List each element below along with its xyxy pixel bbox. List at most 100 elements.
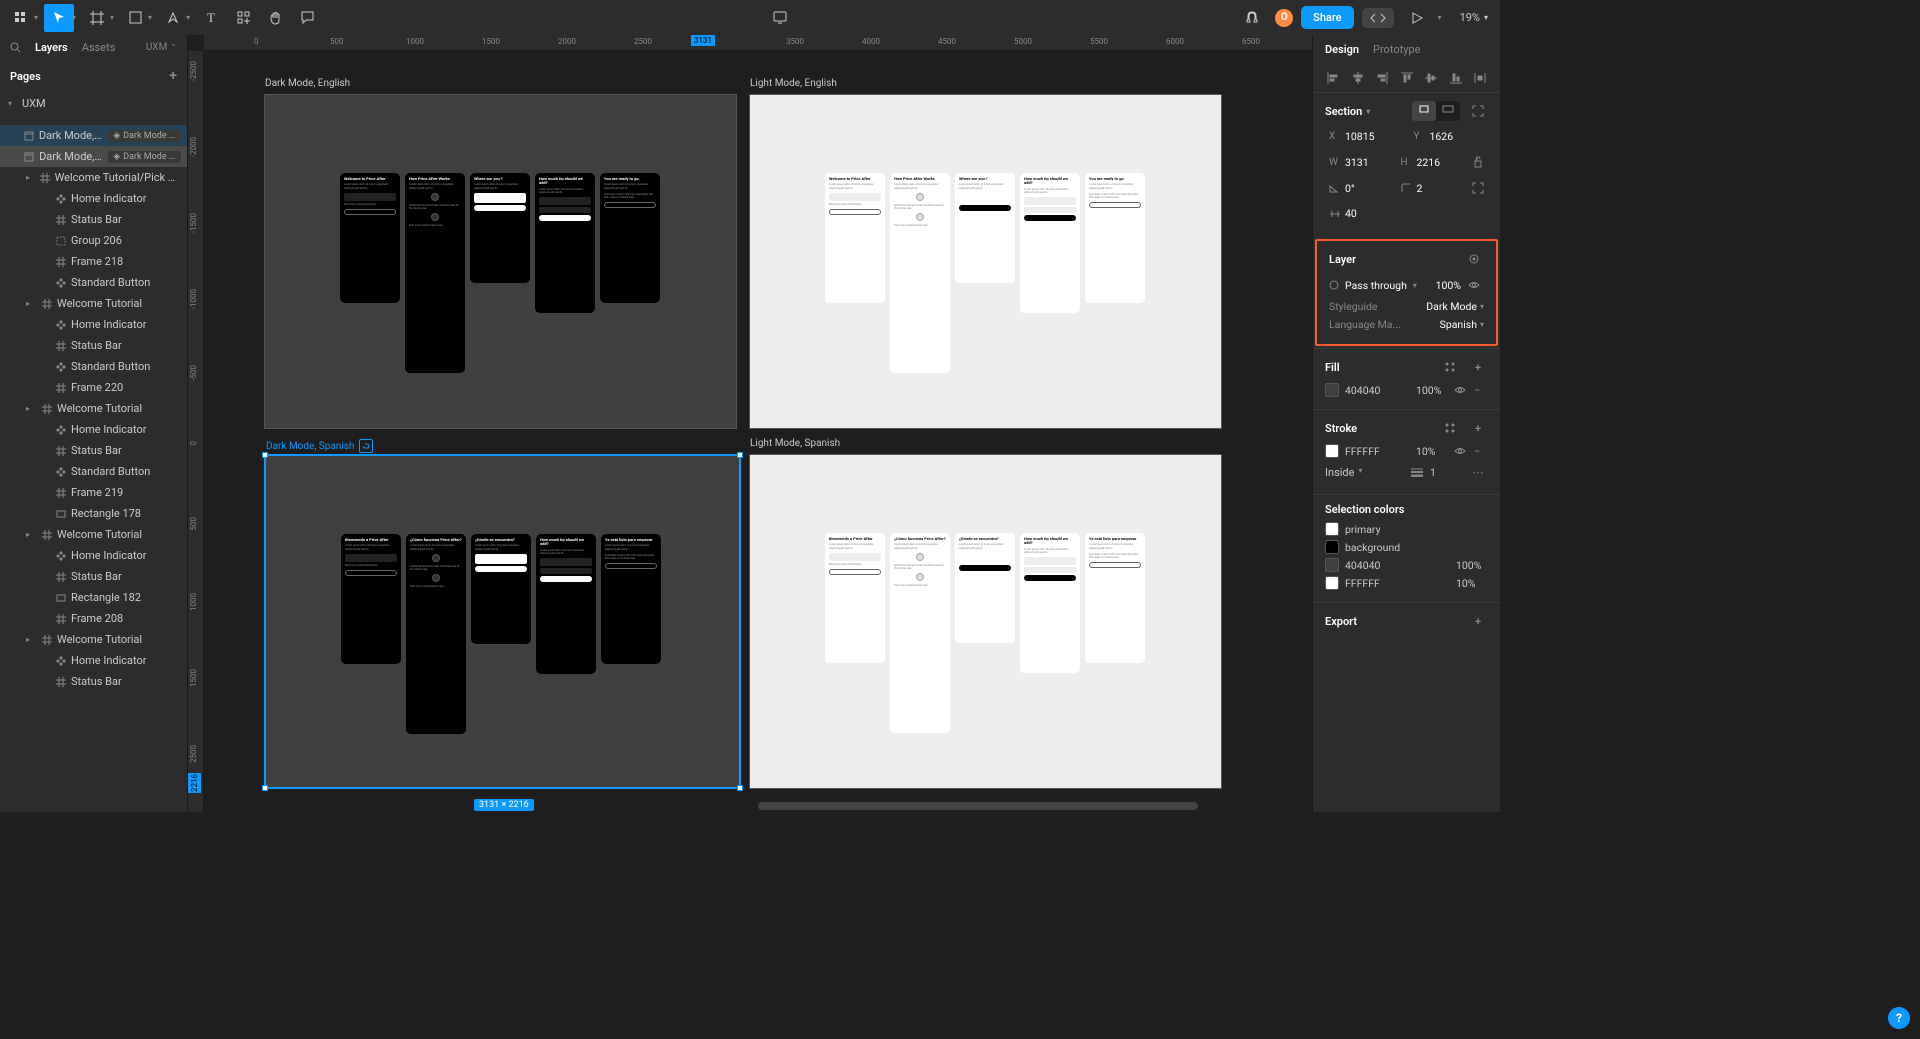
chevron-down-icon[interactable]: ▾ [148, 13, 152, 22]
layers-list[interactable]: Dark Mode, Spani...◈Dark Mode ...Dark Mo… [0, 125, 187, 812]
fill-hex[interactable]: 404040 [1345, 384, 1410, 397]
align-right-icon[interactable] [1372, 68, 1392, 88]
variant-badge[interactable]: ◈Dark Mode ... [108, 151, 181, 163]
phone-mockup[interactable]: How much tip should we add?Lorem ipsum d… [1020, 173, 1080, 313]
layer-row[interactable]: Frame 219 [0, 482, 187, 503]
layer-row[interactable]: Group 206 [0, 230, 187, 251]
phone-mockup[interactable]: Bienvenido a Price AfterLorem ipsum dolo… [825, 533, 885, 663]
layer-row[interactable]: Home Indicator [0, 314, 187, 335]
pen-tool-button[interactable] [158, 4, 188, 32]
align-hcenter-icon[interactable] [1348, 68, 1368, 88]
phone-mockup[interactable]: Ya está listo para empezarLorem ipsum do… [1085, 533, 1145, 663]
layer-row[interactable]: Home Indicator [0, 650, 187, 671]
project-dropdown[interactable]: UXM ⌃ [146, 42, 177, 53]
eye-icon[interactable] [1464, 275, 1484, 295]
phone-mockup[interactable]: Bienvenido a Price AfterLorem ipsum dolo… [341, 534, 401, 664]
zoom-control[interactable]: 19% ▾ [1454, 11, 1494, 24]
layer-row[interactable]: ▸Welcome Tutorial [0, 629, 187, 650]
chevron-down-icon[interactable]: ▾ [72, 13, 76, 22]
layer-row[interactable]: Frame 218 [0, 251, 187, 272]
h-field[interactable]: H2216 [1397, 153, 1463, 172]
main-menu-button[interactable] [6, 4, 36, 32]
selection-color-row[interactable]: FFFFFF10% [1325, 576, 1488, 590]
selection-color-row[interactable]: 404040100% [1325, 558, 1488, 572]
selection-color-row[interactable]: primary [1325, 522, 1488, 536]
share-button[interactable]: Share [1301, 6, 1353, 29]
add-export-button[interactable]: + [1468, 611, 1488, 631]
chevron-down-icon[interactable]: ▾ [110, 13, 114, 22]
layer-row[interactable]: Standard Button [0, 272, 187, 293]
frame-tool-button[interactable] [82, 4, 112, 32]
stroke-swatch[interactable] [1325, 444, 1339, 458]
search-icon[interactable] [10, 42, 21, 53]
layer-row[interactable]: ▸Welcome Tutorial [0, 524, 187, 545]
remove-stroke-button[interactable]: − [1474, 445, 1488, 458]
layer-row[interactable]: Standard Button [0, 461, 187, 482]
layer-settings-icon[interactable] [1464, 249, 1484, 269]
phone-mockup[interactable]: How Price After WorksLorem ipsum dolor s… [405, 173, 465, 373]
layer-row[interactable]: Dark Mode, Spani...◈Dark Mode ... [0, 125, 187, 146]
distribute-icon[interactable] [1470, 68, 1490, 88]
layer-row[interactable]: Home Indicator [0, 545, 187, 566]
fill-opacity[interactable]: 100% [1416, 384, 1448, 397]
move-tool-button[interactable] [44, 4, 74, 32]
stroke-style-icon[interactable] [1440, 418, 1460, 438]
fill-style-icon[interactable] [1440, 357, 1460, 377]
section-link-icon[interactable] [359, 439, 373, 453]
tab-design[interactable]: Design [1325, 43, 1359, 56]
resize-hug-icon[interactable] [1436, 101, 1460, 121]
layer-row[interactable]: Frame 208 [0, 608, 187, 629]
tab-layers[interactable]: Layers [35, 41, 68, 54]
layer-opacity[interactable]: 100% [1436, 279, 1461, 292]
caret-icon[interactable]: ▸ [26, 173, 35, 182]
phone-mockup[interactable]: How much tip should we add?Lorem ipsum d… [1020, 533, 1080, 673]
stroke-hex[interactable]: FFFFFF [1345, 445, 1410, 458]
color-swatch[interactable] [1325, 540, 1339, 554]
align-vcenter-icon[interactable] [1421, 68, 1441, 88]
layer-row[interactable]: Status Bar [0, 566, 187, 587]
section-dark-mode-spanish[interactable]: Dark Mode, Spanish Bienvenido a Price Af… [264, 454, 741, 789]
layer-row[interactable]: ▸Welcome Tutorial [0, 293, 187, 314]
phone-mockup[interactable]: ¿Cómo funciona Price After?Lorem ipsum d… [406, 534, 466, 734]
phone-mockup[interactable]: Welcome to Price AfterLorem ipsum dolor … [340, 173, 400, 303]
shape-tool-button[interactable] [120, 4, 150, 32]
phone-mockup[interactable]: ¿Cómo funciona Price After?Lorem ipsum d… [890, 533, 950, 733]
audio-button[interactable] [1237, 4, 1267, 32]
horizontal-scrollbar[interactable] [758, 802, 1198, 810]
independent-corners-icon[interactable] [1468, 178, 1488, 198]
text-tool-button[interactable]: T [196, 4, 226, 32]
stroke-weight[interactable]: 1 [1430, 466, 1462, 479]
rotation-field[interactable]: 0° [1325, 179, 1391, 198]
resize-fixed-icon[interactable] [1412, 101, 1436, 121]
caret-icon[interactable]: ▸ [26, 635, 36, 644]
variant-badge[interactable]: ◈Dark Mode ... [108, 130, 181, 142]
canvas[interactable]: Dark Mode, English Welcome to Price Afte… [204, 51, 1312, 812]
section-label[interactable]: Dark Mode, English [265, 78, 350, 89]
caret-down-icon[interactable]: ▾ [8, 99, 12, 108]
layer-row[interactable]: Frame 220 [0, 377, 187, 398]
stroke-advanced-button[interactable]: ⋯ [1468, 462, 1488, 482]
phone-mockup[interactable]: You are ready to go.Lorem ipsum dolor si… [1085, 173, 1145, 303]
section-label[interactable]: Light Mode, Spanish [750, 438, 840, 449]
present-button[interactable] [1402, 4, 1432, 32]
phone-mockup[interactable]: How much tip should we add?Lorem ipsum d… [535, 173, 595, 313]
fit-icon[interactable] [1468, 101, 1488, 121]
canvas-area[interactable]: 3131 05001000150020002500350040004500500… [188, 35, 1312, 812]
lock-aspect-icon[interactable] [1468, 152, 1488, 172]
w-field[interactable]: W3131 [1325, 153, 1391, 172]
chevron-down-icon[interactable]: ▾ [1438, 13, 1442, 22]
layer-row[interactable]: Status Bar [0, 671, 187, 692]
phone-mockup[interactable]: Where are you ?Lorem ipsum dolor sit ame… [470, 173, 530, 283]
chevron-down-icon[interactable]: ▾ [186, 13, 190, 22]
frame-type-label[interactable]: Section [1325, 105, 1362, 118]
section-light-mode-spanish[interactable]: Light Mode, Spanish Bienvenido a Price A… [749, 454, 1222, 789]
color-swatch[interactable] [1325, 522, 1339, 536]
chevron-down-icon[interactable]: ▾ [34, 13, 38, 22]
section-light-mode-english[interactable]: Light Mode, English Welcome to Price Aft… [749, 94, 1222, 429]
color-swatch[interactable] [1325, 576, 1339, 590]
layer-row[interactable]: Dark Mode, Engli...◈Dark Mode ... [0, 146, 187, 167]
layer-row[interactable]: Status Bar [0, 335, 187, 356]
phone-mockup[interactable]: Ya está listo para empezarLorem ipsum do… [601, 534, 661, 664]
add-fill-button[interactable]: + [1468, 357, 1488, 377]
resources-button[interactable] [228, 4, 258, 32]
